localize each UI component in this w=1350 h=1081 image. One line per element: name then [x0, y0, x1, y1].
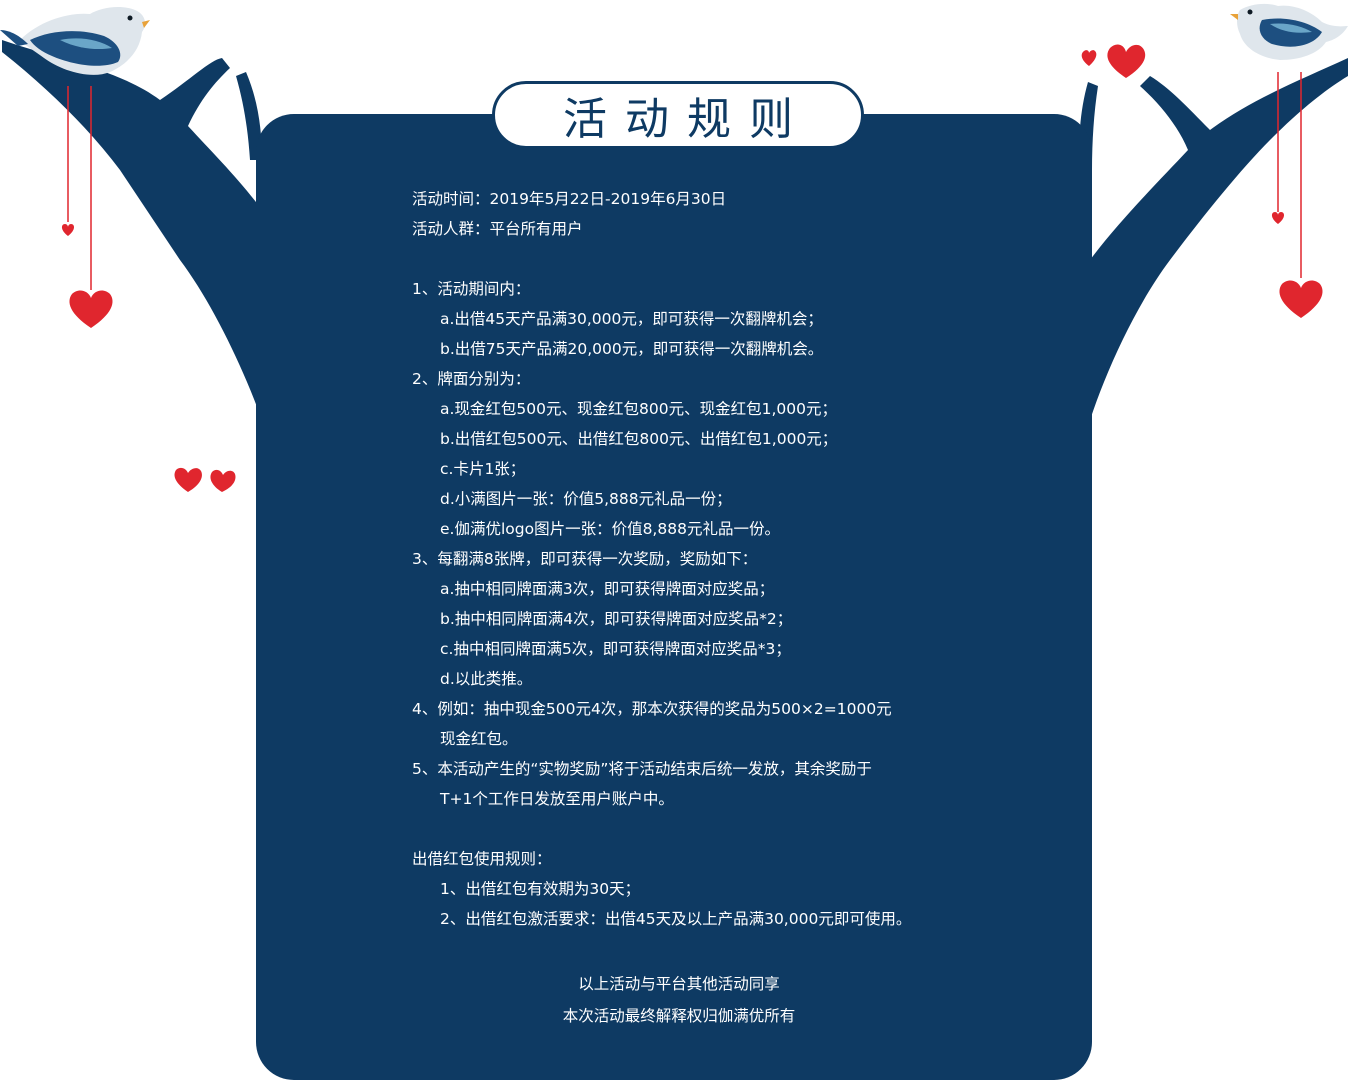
footer-line: 以上活动与平台其他活动同享: [578, 975, 780, 993]
loan-rules-heading: 出借红包使用规则：: [412, 850, 552, 868]
rule-heading: 2、牌面分别为：: [412, 370, 531, 388]
bird-icon: [1230, 3, 1348, 60]
rule-item: a.出借45天产品满30,000元，即可获得一次翻牌机会；: [440, 310, 823, 328]
loan-rule-item: 1、出借红包有效期为30天；: [440, 880, 641, 898]
rule-item: b.抽中相同牌面满4次，即可获得牌面对应奖品*2；: [440, 610, 793, 628]
rule-item: T+1个工作日发放至用户账户中。: [440, 790, 674, 808]
rule-heading: 5、本活动产生的“实物奖励”将于活动结束后统一发放，其余奖励于: [412, 760, 872, 778]
heart-icon: [1107, 44, 1146, 78]
heart-icon: [210, 469, 236, 492]
heart-icon: [69, 290, 113, 328]
activity-time: 活动时间：2019年5月22日-2019年6月30日: [412, 190, 727, 208]
footer-line: 本次活动最终解释权归伽满优所有: [562, 1007, 796, 1025]
heart-icon: [1271, 212, 1285, 224]
title-pill: 活动规则: [492, 81, 864, 149]
rule-heading: 1、活动期间内：: [412, 280, 531, 298]
heart-icon: [174, 467, 202, 492]
rule-item: d.以此类推。: [440, 670, 533, 688]
rule-item: a.抽中相同牌面满3次，即可获得牌面对应奖品；: [440, 580, 775, 598]
rule-item: d.小满图片一张：价值5,888元礼品一份；: [440, 490, 732, 508]
rule-item: e.伽满优logo图片一张：价值8,888元礼品一份。: [440, 520, 780, 538]
activity-audience: 活动人群：平台所有用户: [412, 220, 583, 238]
rule-heading: 3、每翻满8张牌，即可获得一次奖励，奖励如下：: [412, 550, 758, 568]
rule-item: a.现金红包500元、现金红包800元、现金红包1,000元；: [440, 400, 837, 418]
rule-item: b.出借红包500元、出借红包800元、出借红包1,000元；: [440, 430, 838, 448]
loan-rule-item: 2、出借红包激活要求：出借45天及以上产品满30,000元即可使用。: [440, 910, 912, 928]
rule-heading: 4、例如：抽中现金500元4次，那本次获得的奖品为500×2=1000元: [412, 700, 892, 718]
rule-item: b.出借75天产品满20,000元，即可获得一次翻牌机会。: [440, 340, 824, 358]
rule-item: 现金红包。: [440, 730, 518, 748]
rules-content: 活动时间：2019年5月22日-2019年6月30日 活动人群：平台所有用户 1…: [412, 184, 1012, 934]
rule-item: c.卡片1张；: [440, 460, 526, 478]
heart-icon: [1081, 50, 1097, 66]
heart-icon: [1279, 280, 1323, 318]
heart-icon: [61, 224, 75, 236]
footer-notes: 以上活动与平台其他活动同享 本次活动最终解释权归伽满优所有: [256, 968, 1102, 1032]
rule-item: c.抽中相同牌面满5次，即可获得牌面对应奖品*3；: [440, 640, 791, 658]
page-title: 活动规则: [563, 94, 811, 145]
